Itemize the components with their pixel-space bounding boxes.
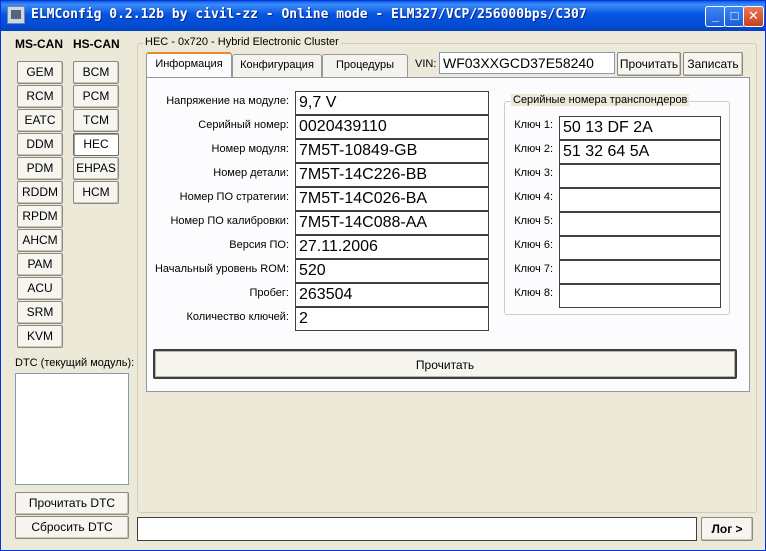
key-4-label: Ключ 4: bbox=[514, 191, 553, 203]
vin-field[interactable]: WF03XXGCD37E58240 bbox=[439, 52, 615, 74]
vin-read-button[interactable]: Прочитать bbox=[617, 52, 681, 76]
module-button-eatc[interactable]: EATC bbox=[17, 109, 63, 132]
info-label-sw-version: Версия ПО: bbox=[229, 239, 289, 251]
info-value-calibration[interactable]: 7M5T-14C088-AA bbox=[295, 211, 489, 235]
info-value-module-number[interactable]: 7M5T-10849-GB bbox=[295, 139, 489, 163]
module-panel-title: HEC - 0x720 - Hybrid Electronic Cluster bbox=[143, 36, 341, 48]
minimize-button[interactable]: _ bbox=[705, 6, 726, 27]
info-label-mileage: Пробег: bbox=[249, 287, 289, 299]
module-button-rpdm[interactable]: RPDM bbox=[17, 205, 63, 228]
module-button-hec[interactable]: HEC bbox=[73, 133, 119, 156]
key-5-value[interactable] bbox=[559, 212, 721, 236]
transponders-title: Серийные номера транспондеров bbox=[511, 94, 690, 106]
module-button-hcm[interactable]: HCM bbox=[73, 181, 119, 204]
vin-label: VIN: bbox=[415, 58, 437, 70]
key-8-value[interactable] bbox=[559, 284, 721, 308]
dtc-list[interactable] bbox=[15, 373, 129, 485]
key-2-value[interactable]: 51 32 64 5A bbox=[559, 140, 721, 164]
info-label-strategy: Номер ПО стратегии: bbox=[179, 191, 289, 203]
ms-can-header: MS-CAN bbox=[15, 37, 63, 51]
clear-dtc-button[interactable]: Сбросить DTC bbox=[15, 516, 129, 539]
title-bar[interactable]: ELMConfig 0.2.12b by civil-zz - Online m… bbox=[1, 1, 765, 31]
key-4-value[interactable] bbox=[559, 188, 721, 212]
module-button-gem[interactable]: GEM bbox=[17, 61, 63, 84]
info-label-calibration: Номер ПО калибровки: bbox=[170, 215, 289, 227]
read-dtc-button[interactable]: Прочитать DTC bbox=[15, 492, 129, 515]
info-value-serial[interactable]: 0020439110 bbox=[295, 115, 489, 139]
module-button-pcm[interactable]: PCM bbox=[73, 85, 119, 108]
info-value-sw-version[interactable]: 27.11.2006 bbox=[295, 235, 489, 259]
module-button-ehpas[interactable]: EHPAS bbox=[73, 157, 119, 180]
info-value-part-number[interactable]: 7M5T-14C226-BB bbox=[295, 163, 489, 187]
module-button-pdm[interactable]: PDM bbox=[17, 157, 63, 180]
key-5-label: Ключ 5: bbox=[514, 215, 553, 227]
module-button-kvm[interactable]: KVM bbox=[17, 325, 63, 348]
info-value-rom-level[interactable]: 520 bbox=[295, 259, 489, 283]
info-value-strategy[interactable]: 7M5T-14C026-BA bbox=[295, 187, 489, 211]
hs-can-header: HS-CAN bbox=[73, 37, 120, 51]
key-7-label: Ключ 7: bbox=[514, 263, 553, 275]
info-label-rom-level: Начальный уровень ROM: bbox=[154, 263, 289, 275]
info-label-key-count: Количество ключей: bbox=[186, 311, 289, 323]
info-value-voltage[interactable]: 9,7 V bbox=[295, 91, 489, 115]
module-button-pam[interactable]: PAM bbox=[17, 253, 63, 276]
module-button-ahcm[interactable]: AHCM bbox=[17, 229, 63, 252]
log-toggle-button[interactable]: Лог > bbox=[701, 517, 753, 541]
key-6-label: Ключ 6: bbox=[514, 239, 553, 251]
module-button-srm[interactable]: SRM bbox=[17, 301, 63, 324]
tab-config[interactable]: Конфигурация bbox=[232, 54, 322, 77]
tab-procedures[interactable]: Процедуры bbox=[322, 54, 408, 77]
vin-write-button[interactable]: Записать bbox=[683, 52, 743, 76]
module-button-bcm[interactable]: BCM bbox=[73, 61, 119, 84]
window-title: ELMConfig 0.2.12b by civil-zz - Online m… bbox=[31, 7, 587, 22]
key-8-label: Ключ 8: bbox=[514, 287, 553, 299]
key-1-value[interactable]: 50 13 DF 2A bbox=[559, 116, 721, 140]
key-2-label: Ключ 2: bbox=[514, 143, 553, 155]
module-button-tcm[interactable]: TCM bbox=[73, 109, 119, 132]
maximize-button[interactable]: □ bbox=[724, 6, 745, 27]
module-button-acu[interactable]: ACU bbox=[17, 277, 63, 300]
key-7-value[interactable] bbox=[559, 260, 721, 284]
key-6-value[interactable] bbox=[559, 236, 721, 260]
info-read-button[interactable]: Прочитать bbox=[153, 349, 737, 379]
info-label-serial: Серийный номер: bbox=[198, 119, 289, 131]
key-3-label: Ключ 3: bbox=[514, 167, 553, 179]
close-button[interactable]: ✕ bbox=[743, 6, 764, 27]
app-window: ELMConfig 0.2.12b by civil-zz - Online m… bbox=[0, 0, 766, 551]
module-button-rddm[interactable]: RDDM bbox=[17, 181, 63, 204]
dtc-label: DTC (текущий модуль): bbox=[15, 357, 135, 369]
info-label-part-number: Номер детали: bbox=[213, 167, 289, 179]
key-3-value[interactable] bbox=[559, 164, 721, 188]
info-label-module-number: Номер модуля: bbox=[211, 143, 289, 155]
tab-info[interactable]: Информация bbox=[146, 52, 232, 77]
key-1-label: Ключ 1: bbox=[514, 119, 553, 131]
info-value-mileage[interactable]: 263504 bbox=[295, 283, 489, 307]
app-icon bbox=[7, 6, 25, 24]
module-button-rcm[interactable]: RCM bbox=[17, 85, 63, 108]
info-value-key-count[interactable]: 2 bbox=[295, 307, 489, 331]
status-field[interactable] bbox=[137, 517, 697, 541]
module-button-ddm[interactable]: DDM bbox=[17, 133, 63, 156]
info-label-voltage: Напряжение на модуле: bbox=[166, 95, 289, 107]
